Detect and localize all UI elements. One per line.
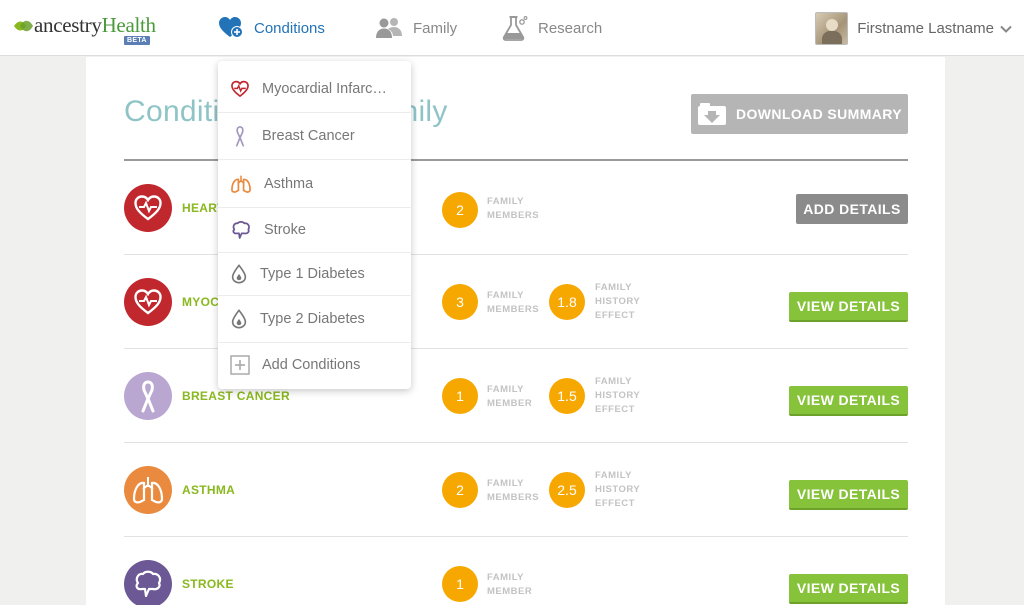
download-box-icon	[697, 103, 726, 125]
brain-icon	[124, 560, 172, 605]
add-details-button[interactable]: ADD DETAILS	[796, 194, 908, 224]
menu-item-label: Add Conditions	[262, 357, 361, 373]
menu-item-type-2-diabetes[interactable]: Type 2 Diabetes	[218, 296, 411, 343]
family-history-effect-badge: 2.5	[549, 472, 585, 508]
family-members-badge: 1	[442, 378, 478, 414]
family-history-effect-badge: 1.5	[549, 378, 585, 414]
beta-badge: BETA	[124, 36, 150, 45]
download-summary-label: DOWNLOAD SUMMARY	[735, 106, 903, 122]
family-members-badge: 2	[442, 472, 478, 508]
lungs-icon	[124, 466, 172, 514]
family-history-effect-label: FAMILY HISTORY EFFECT	[595, 470, 641, 509]
condition-name[interactable]: STROKE	[182, 577, 234, 591]
logo-health: Health	[101, 13, 156, 37]
nav-research[interactable]: Research	[502, 14, 602, 42]
menu-item-add-conditions[interactable]: Add Conditions	[218, 343, 411, 387]
ancestry-health-logo[interactable]: ancestryHealth BETA	[12, 14, 156, 46]
condition-name[interactable]: BREAST CANCER	[182, 389, 290, 403]
drop-icon	[231, 264, 247, 284]
nav-family[interactable]: Family	[375, 14, 457, 42]
heart-ecg-icon	[124, 184, 172, 232]
people-icon	[376, 18, 402, 38]
view-details-button[interactable]: VIEW DETAILS	[789, 386, 908, 416]
family-members-badge: 1	[442, 566, 478, 602]
family-members-label: FAMILY MEMBERS	[487, 196, 540, 221]
lungs-icon	[231, 175, 251, 193]
family-members-label: FAMILY MEMBER	[487, 572, 533, 597]
family-history-effect-label: FAMILY HISTORY EFFECT	[595, 376, 641, 415]
menu-item-label: Asthma	[264, 175, 314, 192]
family-members-label: FAMILY MEMBERS	[487, 290, 540, 315]
condition-name[interactable]: ASTHMA	[182, 483, 235, 497]
menu-item-label: Myocardial Infarc…	[262, 81, 387, 97]
nav-conditions[interactable]: Conditions	[218, 14, 325, 42]
menu-item-label: Stroke	[264, 222, 306, 238]
menu-item-myocardial-infarction[interactable]: Myocardial Infarc…	[218, 66, 411, 113]
menu-item-label: Type 1 Diabetes	[260, 266, 365, 282]
family-members-badge: 3	[442, 284, 478, 320]
user-name: Firstname Lastname	[857, 20, 994, 37]
chevron-down-icon	[1000, 25, 1012, 33]
condition-row-asthma: ASTHMA 2 FAMILY MEMBERS 2.5 FAMILY HISTORY…	[124, 443, 908, 537]
condition-row-stroke: STROKE 1 FAMILY MEMBER VIEW DETAILS	[124, 537, 908, 605]
family-members-label: FAMILY MEMBER	[487, 384, 533, 409]
menu-item-type-1-diabetes[interactable]: Type 1 Diabetes	[218, 253, 411, 296]
flask-icon	[502, 16, 528, 41]
nav-conditions-label: Conditions	[254, 19, 325, 37]
view-details-button[interactable]: VIEW DETAILS	[789, 480, 908, 510]
menu-item-label: Type 2 Diabetes	[260, 311, 365, 327]
family-history-effect-badge: 1.8	[549, 284, 585, 320]
nav-research-label: Research	[538, 19, 603, 37]
nav-family-label: Family	[413, 19, 458, 37]
leaf-icon	[14, 20, 33, 32]
brain-icon	[232, 220, 250, 239]
logo-ancestry: ancestry	[34, 13, 102, 37]
heart-plus-icon	[219, 17, 243, 38]
family-history-effect-label: FAMILY HISTORY EFFECT	[595, 282, 641, 321]
view-details-button[interactable]: VIEW DETAILS	[789, 292, 908, 322]
page-title-left: Conditi	[124, 95, 220, 128]
heart-ecg-icon	[124, 278, 172, 326]
ribbon-icon	[124, 372, 172, 420]
logo-wordmark: ancestryHealth	[34, 14, 156, 36]
ribbon-icon	[235, 126, 245, 147]
conditions-dropdown-menu: Myocardial Infarc… Breast Cancer Asthma …	[218, 61, 411, 389]
conditions-card: Conditi nily DOWNLOAD SUMMARY HEART 2 FAM…	[86, 57, 945, 605]
menu-item-asthma[interactable]: Asthma	[218, 160, 411, 208]
drop-icon	[231, 309, 247, 329]
plus-square-icon	[230, 355, 250, 375]
view-details-button[interactable]: VIEW DETAILS	[789, 574, 908, 604]
family-members-label: FAMILY MEMBERS	[487, 478, 540, 503]
family-members-badge: 2	[442, 192, 478, 228]
download-summary-button[interactable]: DOWNLOAD SUMMARY	[691, 94, 908, 134]
avatar	[815, 12, 849, 45]
menu-item-stroke[interactable]: Stroke	[218, 208, 411, 253]
user-menu[interactable]: Firstname Lastname	[815, 12, 1012, 45]
top-navigation-bar: ancestryHealth BETA Conditions Family Re…	[0, 0, 1024, 56]
heart-ecg-icon	[231, 80, 249, 98]
menu-item-breast-cancer[interactable]: Breast Cancer	[218, 113, 411, 160]
menu-item-label: Breast Cancer	[262, 128, 355, 144]
